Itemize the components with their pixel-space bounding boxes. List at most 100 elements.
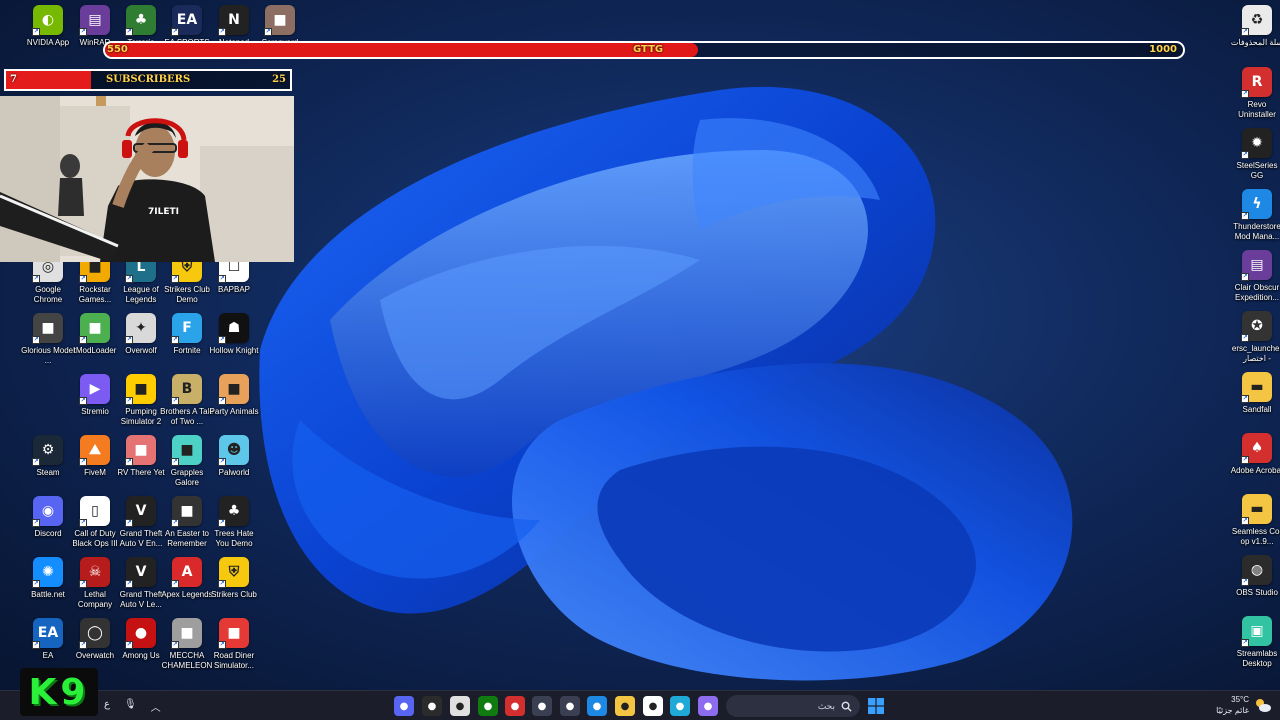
desktop-icon[interactable]: V ↗ Grand Theft Auto V Le... (118, 557, 164, 610)
desktop-icon[interactable]: ◯ ↗ Overwatch (72, 618, 118, 661)
shortcut-arrow-icon: ↗ (125, 458, 133, 466)
language-indicator[interactable]: ع (104, 699, 110, 714)
desktop-icon[interactable]: ▶ ↗ Stremio (72, 374, 118, 417)
desktop-icon[interactable]: F ↗ Fortnite (164, 313, 210, 356)
opera-taskbar-icon[interactable]: ● (505, 696, 525, 716)
partly-cloudy-icon (1256, 699, 1271, 712)
desktop-icon[interactable]: ■ ↗ Road Diner Simulator... (211, 618, 257, 671)
desktop-icon[interactable]: R ↗ Revo Uninstaller (1234, 67, 1280, 120)
shortcut-arrow-icon: ↗ (32, 275, 40, 283)
desktop-icon[interactable]: ● ↗ Among Us (118, 618, 164, 661)
desktop-icon-label: Strikers Club Demo (164, 285, 210, 304)
discord-taskbar-icon[interactable]: ● (394, 696, 414, 716)
xbox-taskbar-icon[interactable]: ● (478, 696, 498, 716)
pumping-icon: ■ ↗ (125, 374, 156, 405)
file-icon: ▯ ↗ (79, 496, 110, 527)
desktop-icon[interactable]: ■ ↗ Party Animals (210, 374, 258, 417)
overwolf-icon: ✦ ↗ (125, 313, 156, 344)
rv-icon: ■ ↗ (125, 435, 156, 466)
desktop-icon[interactable]: ◉ ↗ Discord (25, 496, 71, 539)
shortcut-arrow-icon: ↗ (79, 28, 87, 36)
mail-taskbar-icon[interactable]: ● (587, 696, 607, 716)
desktop-icon[interactable]: ◐ ↗ NVIDIA App (25, 5, 71, 48)
file-explorer-icon[interactable]: ● (615, 696, 635, 716)
shortcut-arrow-icon: ↗ (264, 28, 272, 36)
streamer-logo: K9 (20, 668, 98, 716)
obs-taskbar-icon[interactable]: ● (422, 696, 442, 716)
desktop-icon[interactable]: ◍ ↗ OBS Studio (1234, 555, 1280, 598)
desktop-icon[interactable]: B ↗ Brothers A Tale of Two ... (160, 374, 214, 427)
weather-widget[interactable]: 35°C غائم جزئيًا (1216, 694, 1272, 716)
grapples-icon: ■ ↗ (171, 435, 202, 466)
desktop-icon[interactable]: ☻ ↗ Palworld (211, 435, 257, 478)
tray-left: ع 🎙 ︿ (104, 699, 161, 714)
scrapyard-icon: ■ ↗ (264, 5, 295, 36)
desktop-icon[interactable]: ▣ ↗ Streamlabs Desktop (1234, 616, 1280, 669)
fivem-icon: ⛰ ↗ (79, 435, 110, 466)
desktop-icon[interactable]: ■ ↗ tModLoader (72, 313, 118, 356)
google-taskbar-icon[interactable]: ● (643, 696, 663, 716)
desktop-icon[interactable]: V ↗ Grand Theft Auto V En... (118, 496, 164, 549)
steelseries-icon: ✹ ↗ (1241, 128, 1272, 159)
desktop-icon[interactable]: ▬ ↗ Sandfall (1234, 372, 1280, 415)
task-view-icon[interactable]: ● (532, 696, 552, 716)
chrome-taskbar-icon[interactable]: ● (450, 696, 470, 716)
desktop-icon[interactable]: ♻ ↗ سلة المحذوفات (1231, 5, 1280, 48)
desktop-icon[interactable]: ✪ ↗ ersc_launcher اختصار - (1232, 311, 1280, 364)
shortcut-arrow-icon: ↗ (218, 397, 226, 405)
shortcut-arrow-icon: ↗ (1241, 28, 1249, 36)
desktop-icon[interactable]: ■ ↗ An Easter to Remember (164, 496, 210, 549)
desktop-icon[interactable]: ▯ ↗ Call of Duty Black Ops III (72, 496, 118, 549)
desktop-icon[interactable]: A ↗ Apex Legends (161, 557, 213, 600)
desktop-icon-label: Seamless Co-op v1.9... (1231, 527, 1280, 546)
desktop-icon[interactable]: ✺ ↗ Battle.net (25, 557, 71, 600)
desktop-icon[interactable]: ☗ ↗ Hollow Knight (210, 313, 258, 356)
settings-taskbar-icon[interactable]: ● (560, 696, 580, 716)
palworld-icon: ☻ ↗ (218, 435, 249, 466)
desktop-icon[interactable]: ♠ ↗ Adobe Acrobat (1231, 433, 1280, 476)
shortcut-arrow-icon: ↗ (32, 458, 40, 466)
desktop-icon[interactable]: ▤ ↗ Clair Obscur Expedition... (1234, 250, 1280, 303)
start-button[interactable] (866, 696, 886, 716)
taskbar-search[interactable]: بحث (726, 695, 860, 717)
desktop-icon-label: Discord (34, 529, 62, 538)
desktop-icon[interactable]: ✹ ↗ SteelSeries GG (1234, 128, 1280, 181)
desktop-icon[interactable]: ▬ ↗ Seamless Co-op v1.9... (1232, 494, 1280, 547)
shortcut-arrow-icon: ↗ (171, 28, 179, 36)
desktop-icon[interactable]: ☠ ↗ Lethal Company (72, 557, 118, 610)
edge-taskbar-icon[interactable]: ● (670, 696, 690, 716)
copilot-taskbar-icon[interactable]: ● (698, 696, 718, 716)
desktop-icon-label: EA (42, 651, 54, 660)
desktop-icon-label: MECCHA CHAMELEON (161, 651, 213, 670)
desktop-icon-label: SteelSeries GG (1236, 161, 1278, 180)
shortcut-arrow-icon: ↗ (218, 28, 226, 36)
desktop-icon[interactable]: ♣ ↗ Trees Hate You Demo (211, 496, 257, 549)
desktop-icon[interactable]: EA ↗ EA (25, 618, 71, 661)
hollow-knight-icon: ☗ ↗ (218, 313, 249, 344)
winrar-icon: ▤ ↗ (79, 5, 110, 36)
shortcut-arrow-icon: ↗ (79, 641, 87, 649)
desktop-icon[interactable]: ■ ↗ Pumping Simulator 2 (118, 374, 164, 427)
desktop-icon[interactable]: ✦ ↗ Overwolf (118, 313, 164, 356)
microphone-icon[interactable]: 🎙 (124, 699, 137, 714)
chevron-up-icon[interactable]: ︿ (151, 699, 161, 714)
desktop-icon[interactable]: ⛰ ↗ FiveM (72, 435, 118, 478)
battlenet-icon: ✺ ↗ (32, 557, 63, 588)
shortcut-arrow-icon: ↗ (125, 519, 133, 527)
desktop-icon-label: Trees Hate You Demo (214, 529, 254, 548)
desktop-icon[interactable]: ϟ ↗ Thunderstore Mod Mana... (1233, 189, 1280, 242)
desktop-icon-label: An Easter to Remember (164, 529, 210, 548)
subscriber-goal-bar: 550 GTTG 1000 (103, 41, 1185, 59)
shortcut-arrow-icon: ↗ (1241, 395, 1249, 403)
desktop-icon[interactable]: ■ ↗ Grapples Galore (164, 435, 210, 488)
desktop-icon[interactable]: ⛨ ↗ Strikers Club (211, 557, 257, 600)
desktop-icon[interactable]: ■ ↗ Glorious Model ... (21, 313, 75, 366)
desktop-icon-label: Road Diner Simulator... (213, 651, 255, 670)
desktop-icon[interactable]: ⚙ ↗ Steam (25, 435, 71, 478)
shortcut-arrow-icon: ↗ (171, 580, 179, 588)
easter-icon: ■ ↗ (171, 496, 202, 527)
desktop-icon[interactable]: ■ ↗ RV There Yet (117, 435, 165, 478)
desktop-icon[interactable]: ■ ↗ MECCHA CHAMELEON (162, 618, 212, 671)
fortnite-icon: F ↗ (171, 313, 202, 344)
overwatch-icon: ◯ ↗ (79, 618, 110, 649)
